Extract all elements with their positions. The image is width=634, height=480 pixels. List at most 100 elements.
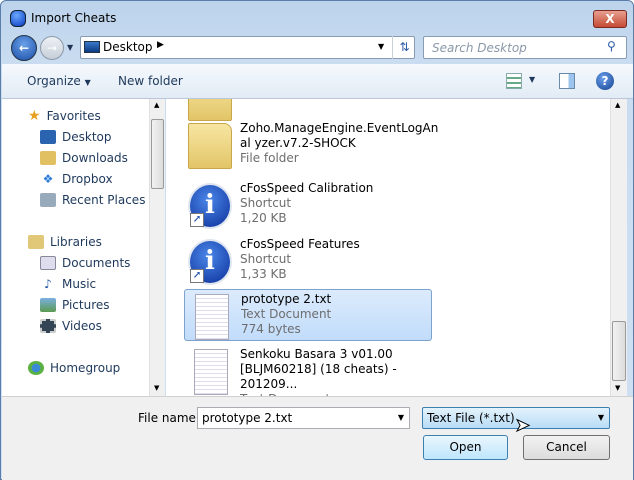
back-button[interactable]: ← bbox=[11, 35, 37, 61]
navigation-pane: ★ Favorites Desktop Downloads ❖ Dropbox Re… bbox=[2, 99, 149, 396]
file-name-dropdown-icon[interactable]: ▼ bbox=[398, 413, 404, 422]
breadcrumb-arrow-icon[interactable]: ▶ bbox=[157, 40, 164, 50]
preview-pane-icon[interactable] bbox=[559, 73, 575, 89]
file-item-selected[interactable]: prototype 2.txt Text Document 774 bytes bbox=[184, 289, 432, 341]
desktop-icon bbox=[84, 41, 100, 53]
file-item[interactable]: i ↗ cFosSpeed Features Shortcut 1,33 KB bbox=[184, 235, 432, 287]
refresh-icon[interactable]: ⇅ bbox=[392, 36, 416, 59]
forward-button[interactable]: → bbox=[40, 36, 64, 60]
history-dropdown-icon[interactable]: ▼ bbox=[67, 43, 73, 52]
favorites-label: Favorites bbox=[46, 109, 101, 123]
file-size: 1,20 KB bbox=[240, 211, 287, 225]
homegroup-icon bbox=[28, 361, 44, 375]
dialog-footer: File name: prototype 2.txt ▼ Text File (*… bbox=[2, 396, 633, 480]
sidebar-label: Videos bbox=[62, 319, 102, 333]
sidebar-scrollbar[interactable]: ▲ ▼ bbox=[149, 99, 165, 396]
folder-icon bbox=[188, 99, 232, 121]
file-type: Text Document bbox=[241, 307, 332, 321]
sidebar-scroll-thumb[interactable] bbox=[151, 119, 164, 189]
chevron-down-icon: ▼ bbox=[84, 78, 91, 87]
sidebar-label: Documents bbox=[62, 256, 131, 270]
filter-value: Text File (*.txt) bbox=[427, 411, 515, 425]
sidebar-label: Recent Places bbox=[62, 193, 146, 207]
file-list-scroll-thumb[interactable] bbox=[612, 321, 626, 381]
new-folder-button[interactable]: New folder bbox=[118, 74, 183, 88]
file-name: prototype 2.txt bbox=[241, 292, 332, 306]
view-options-icon[interactable] bbox=[506, 73, 522, 89]
file-size: 1,33 KB bbox=[240, 267, 287, 281]
scroll-down-icon[interactable]: ▼ bbox=[154, 384, 159, 392]
sidebar-homegroup[interactable]: Homegroup bbox=[28, 359, 120, 377]
file-type: File folder bbox=[240, 151, 299, 165]
info-shortcut-icon: i ↗ bbox=[188, 239, 232, 285]
shortcut-arrow-icon: ↗ bbox=[190, 213, 204, 227]
file-type: Shortcut bbox=[240, 196, 292, 210]
sidebar-item-recent-places[interactable]: Recent Places bbox=[40, 191, 145, 209]
sidebar-label: Pictures bbox=[62, 298, 110, 312]
sidebar-label: Music bbox=[62, 277, 97, 291]
sidebar-item-documents[interactable]: Documents bbox=[40, 254, 130, 272]
address-text[interactable]: Desktop bbox=[103, 40, 153, 54]
file-name: cFosSpeed Features bbox=[240, 237, 360, 251]
file-item[interactable]: Senkoku Basara 3 v01.00 [BLJM60218] (18 … bbox=[184, 345, 432, 396]
videos-icon bbox=[40, 319, 56, 333]
downloads-icon bbox=[40, 151, 56, 165]
mouse-cursor-icon: ➤ bbox=[514, 415, 531, 437]
organize-button[interactable]: Organize ▼ bbox=[27, 74, 91, 88]
filter-dropdown-icon[interactable]: ▼ bbox=[598, 413, 604, 422]
sidebar-item-dropbox[interactable]: ❖ Dropbox bbox=[40, 170, 113, 188]
info-shortcut-icon: i ↗ bbox=[188, 183, 232, 229]
file-name-value: prototype 2.txt bbox=[202, 411, 293, 425]
folder-icon bbox=[188, 123, 232, 169]
sidebar-favorites[interactable]: ★ Favorites bbox=[28, 107, 101, 125]
file-name: Zoho.ManageEngine.EventLogAnal yzer.v7.2… bbox=[240, 121, 439, 150]
import-cheats-dialog: Import Cheats X ← → ▼ Desktop ▶ ▼ ⇅ Sear… bbox=[0, 0, 634, 480]
address-dropdown-icon[interactable]: ▼ bbox=[378, 42, 384, 51]
sidebar-label: Desktop bbox=[62, 130, 112, 144]
star-icon: ★ bbox=[28, 108, 41, 124]
search-input[interactable]: Search Desktop bbox=[423, 36, 627, 59]
scroll-up-icon[interactable]: ▲ bbox=[615, 101, 620, 109]
address-bar[interactable]: Desktop ▶ ▼ ⇅ bbox=[80, 36, 415, 59]
libraries-icon bbox=[28, 235, 44, 249]
file-size: 774 bytes bbox=[241, 322, 301, 336]
sidebar-libraries[interactable]: Libraries bbox=[28, 233, 102, 251]
file-item[interactable]: Zoho.ManageEngine.EventLogAnal yzer.v7.2… bbox=[184, 119, 438, 171]
recent-places-icon bbox=[40, 193, 56, 207]
music-icon: ♪ bbox=[44, 277, 52, 291]
view-dropdown-icon[interactable]: ▼ bbox=[529, 75, 535, 84]
sidebar-item-downloads[interactable]: Downloads bbox=[40, 149, 128, 167]
file-list-scrollbar[interactable]: ▲ ▼ bbox=[610, 99, 627, 396]
help-icon[interactable]: ? bbox=[596, 72, 614, 90]
sidebar-item-desktop[interactable]: Desktop bbox=[40, 128, 112, 146]
desktop-icon bbox=[40, 130, 56, 144]
file-type: Shortcut bbox=[240, 252, 292, 266]
shortcut-arrow-icon: ↗ bbox=[190, 269, 204, 283]
text-document-icon bbox=[195, 294, 229, 340]
sidebar-label: Dropbox bbox=[62, 172, 113, 186]
sidebar-item-music[interactable]: ♪ Music bbox=[40, 275, 96, 293]
pictures-icon bbox=[40, 298, 56, 312]
file-item[interactable]: i ↗ cFosSpeed Calibration Shortcut 1,20 KB bbox=[184, 179, 432, 231]
file-name: Senkoku Basara 3 v01.00 [BLJM60218] (18 … bbox=[240, 347, 397, 391]
cancel-button[interactable]: Cancel bbox=[523, 435, 610, 460]
file-list: File folder Zoho.ManageEngine.EventLogAn… bbox=[166, 99, 610, 396]
file-name-input[interactable]: prototype 2.txt ▼ bbox=[197, 407, 410, 429]
text-document-icon bbox=[194, 349, 228, 395]
open-button[interactable]: Open bbox=[423, 435, 508, 460]
toolbar: Organize ▼ New folder ▼ ? bbox=[2, 64, 633, 99]
libraries-label: Libraries bbox=[50, 235, 102, 249]
window-title: Import Cheats bbox=[31, 11, 117, 25]
documents-icon bbox=[40, 256, 56, 270]
scroll-down-icon[interactable]: ▼ bbox=[615, 384, 620, 392]
sidebar-item-pictures[interactable]: Pictures bbox=[40, 296, 110, 314]
file-name-label: File name: bbox=[138, 411, 200, 425]
dropbox-icon: ❖ bbox=[42, 172, 54, 186]
sidebar-item-videos[interactable]: Videos bbox=[40, 317, 102, 335]
file-name: cFosSpeed Calibration bbox=[240, 181, 374, 195]
app-icon bbox=[10, 10, 26, 27]
scroll-up-icon[interactable]: ▲ bbox=[154, 101, 159, 109]
close-button[interactable]: X bbox=[593, 10, 627, 28]
file-type: File folder bbox=[240, 99, 299, 103]
search-icon[interactable]: ⚲ bbox=[607, 39, 616, 53]
